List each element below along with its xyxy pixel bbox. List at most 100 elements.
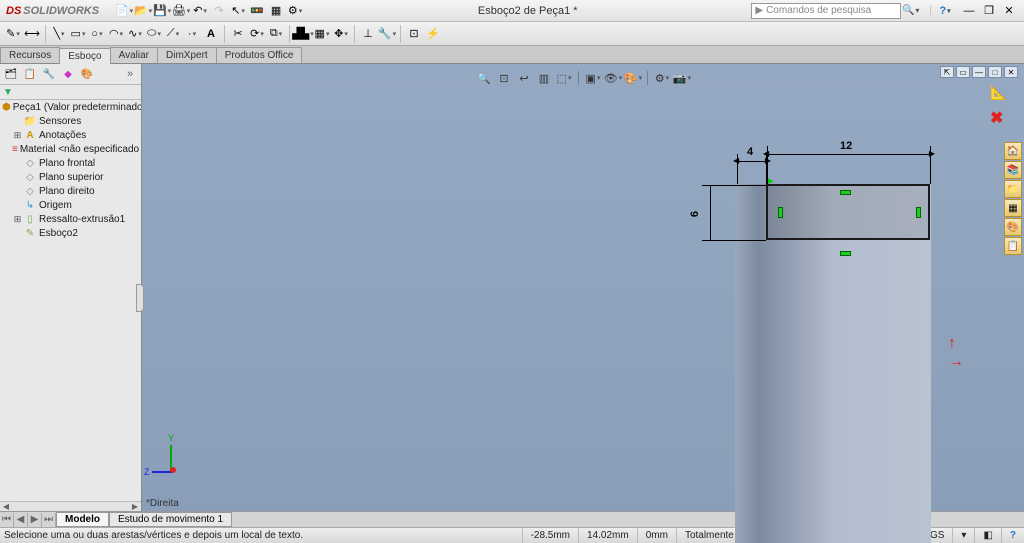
close-button[interactable]: ✕ xyxy=(1000,2,1018,20)
vp-max-button[interactable]: □ xyxy=(988,66,1002,78)
settings-button[interactable]: ⚙ xyxy=(286,2,304,20)
tree-root[interactable]: ⬢ Peça1 (Valor predeterminado< xyxy=(0,100,141,114)
tab-modelo[interactable]: Modelo xyxy=(56,512,109,527)
undo-button[interactable]: ↶ xyxy=(191,2,209,20)
panel-expand-icon[interactable]: » xyxy=(121,66,139,82)
panel-splitter-handle[interactable] xyxy=(136,284,144,312)
prev-view-button[interactable]: ↩ xyxy=(515,69,533,87)
search-input[interactable]: ▶ Comandos de pesquisa xyxy=(751,3,901,19)
appearance-button[interactable]: 🎨 xyxy=(624,69,642,87)
tab-estudo-movimento[interactable]: Estudo de movimento 1 xyxy=(109,512,232,527)
section-view-button[interactable]: ▥ xyxy=(535,69,553,87)
tab-dimxpert[interactable]: DimXpert xyxy=(157,47,217,63)
offset-tool[interactable]: ⧉ xyxy=(267,25,285,43)
scene-button[interactable]: ⚙ xyxy=(653,69,671,87)
spline-tool[interactable]: ∿ xyxy=(126,25,144,43)
tree-item-anotacoes[interactable]: ⊞A Anotações xyxy=(0,128,141,142)
status-macro-icon[interactable]: ◧ xyxy=(974,528,1000,543)
arc-tool[interactable]: ◠ xyxy=(107,25,125,43)
line-tool[interactable]: ╲ xyxy=(50,25,68,43)
taskpane-resources[interactable]: 🏠 xyxy=(1004,142,1022,160)
new-button[interactable]: 📄 xyxy=(115,2,133,20)
rebuild-button[interactable]: 🚥 xyxy=(248,2,266,20)
quick-snap[interactable]: ⊡ xyxy=(405,25,423,43)
trim-tool[interactable]: ✂ xyxy=(229,25,247,43)
tab-nav-first[interactable]: ⏮ xyxy=(0,513,14,527)
tab-nav-next[interactable]: ▶ xyxy=(28,513,42,527)
zoom-fit-button[interactable]: 🔍 xyxy=(475,69,493,87)
zoom-area-button[interactable]: ⊡ xyxy=(495,69,513,87)
tab-recursos[interactable]: Recursos xyxy=(0,47,60,63)
select-button[interactable]: ↖ xyxy=(229,2,247,20)
display-style-button[interactable]: ▣ xyxy=(584,69,602,87)
tree-item-ressalto[interactable]: ⊞▯ Ressalto-extrusão1 xyxy=(0,212,141,226)
tab-produtos-office[interactable]: Produtos Office xyxy=(216,47,303,63)
dimension-4[interactable]: 4 xyxy=(747,146,753,158)
search-icon[interactable]: 🔍 xyxy=(901,5,915,16)
property-tab[interactable]: 📋 xyxy=(21,66,39,82)
tree-item-plano-superior[interactable]: ◇ Plano superior xyxy=(0,170,141,184)
circle-tool[interactable]: ○ xyxy=(88,25,106,43)
tree-item-sensores[interactable]: 📁 Sensores xyxy=(0,114,141,128)
minimize-button[interactable]: — xyxy=(960,2,978,20)
graphics-area[interactable]: 🔍 ⊡ ↩ ▥ ⬚ ▣ 👁 🎨 ⚙ 📷 ⇱ ▭ — □ ✕ 📐 ✖ 🏠 📚 xyxy=(142,64,1024,511)
config-tab[interactable]: 🔧 xyxy=(40,66,58,82)
vp-single-button[interactable]: ▭ xyxy=(956,66,970,78)
options-button[interactable]: ▦ xyxy=(267,2,285,20)
vp-link-button[interactable]: ⇱ xyxy=(940,66,954,78)
search-dropdown[interactable]: ▾ xyxy=(915,6,919,15)
constraint-horizontal-icon[interactable] xyxy=(840,251,851,256)
tree-item-plano-frontal[interactable]: ◇ Plano frontal xyxy=(0,156,141,170)
view-settings-button[interactable]: 📷 xyxy=(673,69,691,87)
tree-item-material[interactable]: ≡ Material <não especificado xyxy=(0,142,141,156)
dimension-6[interactable]: 6 xyxy=(689,211,701,217)
print-button[interactable]: 🖨 xyxy=(172,2,190,20)
tab-avaliar[interactable]: Avaliar xyxy=(110,47,158,63)
feature-tree-tab[interactable]: 🗂 xyxy=(2,66,20,82)
view-triad[interactable] xyxy=(152,441,192,481)
rapid-sketch[interactable]: ⚡ xyxy=(424,25,442,43)
hide-show-button[interactable]: 👁 xyxy=(604,69,622,87)
taskpane-view-palette[interactable]: ▦ xyxy=(1004,199,1022,217)
tab-esboco[interactable]: Esboço xyxy=(59,48,110,64)
panel-hscroll[interactable]: ◀▶ xyxy=(0,501,141,511)
move-tool[interactable]: ✥ xyxy=(332,25,350,43)
pattern-tool[interactable]: ▦ xyxy=(313,25,331,43)
tab-nav-last[interactable]: ⏭ xyxy=(42,513,56,527)
text-tool[interactable]: A xyxy=(202,25,220,43)
dimension-12[interactable]: 12 xyxy=(840,140,852,152)
tree-item-plano-direito[interactable]: ◇ Plano direito xyxy=(0,184,141,198)
status-help-icon[interactable]: ? xyxy=(1001,528,1024,543)
repair-tool[interactable]: 🔧 xyxy=(378,25,396,43)
rectangle-tool[interactable]: ▭ xyxy=(69,25,87,43)
constraint-vertical-icon[interactable] xyxy=(916,207,921,218)
fillet-tool[interactable]: ⟋ xyxy=(164,25,182,43)
open-button[interactable]: 📂 xyxy=(134,2,152,20)
view-orientation-button[interactable]: ⬚ xyxy=(555,69,573,87)
help-button[interactable]: ? xyxy=(936,2,954,20)
dimxpert-tab[interactable]: ◆ xyxy=(59,66,77,82)
ellipse-tool[interactable]: ⬭ xyxy=(145,25,163,43)
mirror-tool[interactable]: ▟▙ xyxy=(294,25,312,43)
taskpane-custom-props[interactable]: 📋 xyxy=(1004,237,1022,255)
constraint-vertical-icon[interactable] xyxy=(778,207,783,218)
vp-min-button[interactable]: — xyxy=(972,66,986,78)
display-tab[interactable]: 🎨 xyxy=(78,66,96,82)
point-tool[interactable]: · xyxy=(183,25,201,43)
sketch-button[interactable]: ✎ xyxy=(4,25,22,43)
dimension-button[interactable]: ⟷ xyxy=(23,25,41,43)
sketch-confirm-icon[interactable]: 📐 xyxy=(990,84,1018,104)
taskpane-library[interactable]: 📚 xyxy=(1004,161,1022,179)
tree-filter-row[interactable]: ▼ xyxy=(0,84,141,100)
taskpane-appearances[interactable]: 🎨 xyxy=(1004,218,1022,236)
status-menu-icon[interactable]: ▾ xyxy=(952,528,974,543)
vp-close-button[interactable]: ✕ xyxy=(1004,66,1018,78)
tab-nav-prev[interactable]: ◀ xyxy=(14,513,28,527)
tree-item-origem[interactable]: ↳ Origem xyxy=(0,198,141,212)
tree-item-esboco2[interactable]: ✎ Esboço2 xyxy=(0,226,141,240)
constraint-horizontal-icon[interactable] xyxy=(840,190,851,195)
save-button[interactable]: 💾 xyxy=(153,2,171,20)
redo-button[interactable]: ↷ xyxy=(210,2,228,20)
restore-button[interactable]: ❐ xyxy=(980,2,998,20)
taskpane-explorer[interactable]: 📁 xyxy=(1004,180,1022,198)
